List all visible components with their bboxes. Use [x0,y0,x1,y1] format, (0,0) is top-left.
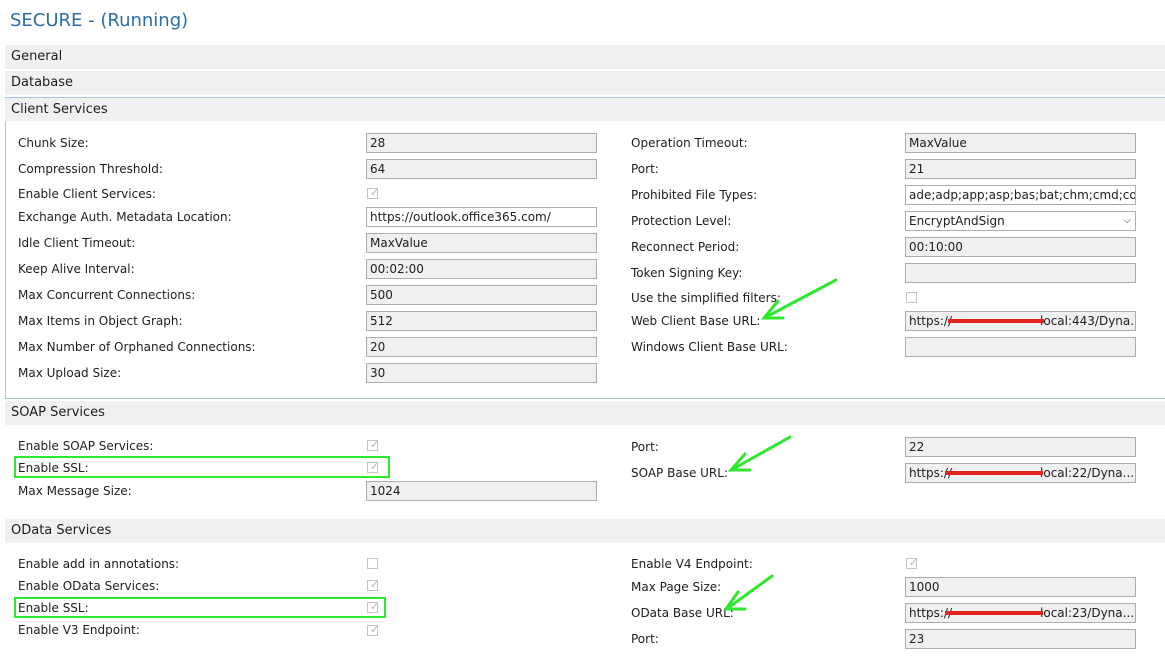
check-mark-icon: ✓ [370,186,380,199]
redaction-mark [945,471,1043,475]
max-message-size-field[interactable]: 1024 [366,481,597,501]
label-operation-timeout: Operation Timeout: [631,136,748,150]
label-soap-base-url: SOAP Base URL: [631,466,728,480]
soap-url-suffix: local:22/Dyna... [1040,466,1135,480]
exchange-auth-metadata-field[interactable]: https://outlook.office365.com/ [366,207,597,227]
label-soap-port: Port: [631,440,659,454]
section-general[interactable]: General [5,45,1165,69]
label-simplified-filters: Use the simplified filters: [631,291,781,305]
label-compression-threshold: Compression Threshold: [18,162,163,176]
label-chunk-size: Chunk Size: [18,136,89,150]
highlight-box-odata-ssl [14,597,386,618]
page: SECURE - (Running) General Database Clie… [0,0,1165,664]
token-signing-key-field[interactable] [905,263,1136,283]
label-enable-v4-endpoint: Enable V4 Endpoint: [631,557,753,571]
enable-add-in-annotations-checkbox[interactable] [367,558,378,569]
compression-threshold-field[interactable]: 64 [366,159,597,179]
max-upload-size-field[interactable]: 30 [366,363,597,383]
highlight-box-soap-ssl [14,456,390,478]
check-mark-icon: ✓ [370,438,380,451]
label-windows-client-base-url: Windows Client Base URL: [631,340,788,354]
check-mark-icon: ✓ [370,578,380,591]
prohibited-file-types-field[interactable]: ade;adp;app;asp;bas;bat;chm;cmd;com;cp [905,185,1136,205]
protection-level-value: EncryptAndSign [909,214,1005,228]
chunk-size-field[interactable]: 28 [366,133,597,153]
section-soap-services[interactable]: SOAP Services [5,401,1165,425]
label-enable-add-in-annotations: Enable add in annotations: [18,557,180,571]
enable-v4-endpoint-checkbox[interactable]: ✓ [906,556,919,569]
label-odata-port: Port: [631,632,659,646]
section-database[interactable]: Database [5,71,1165,95]
enable-client-services-checkbox[interactable]: ✓ [367,186,380,199]
page-title: SECURE - (Running) [10,10,189,31]
label-token-signing-key: Token Signing Key: [631,266,743,280]
check-mark-icon: ✓ [909,556,919,569]
label-max-items-object-graph: Max Items in Object Graph: [18,314,183,328]
simplified-filters-checkbox[interactable] [906,292,917,303]
max-items-object-graph-field[interactable]: 512 [366,311,597,331]
label-max-page-size: Max Page Size: [631,580,722,594]
label-enable-v3-endpoint: Enable V3 Endpoint: [18,623,140,637]
chevron-down-icon[interactable]: ⌵ [1123,212,1131,230]
label-max-upload-size: Max Upload Size: [18,366,122,380]
operation-timeout-field[interactable]: MaxValue [905,133,1136,153]
label-prohibited-file-types: Prohibited File Types: [631,188,758,202]
redaction-mark [948,319,1044,323]
label-max-concurrent-connections: Max Concurrent Connections: [18,288,196,302]
enable-soap-services-checkbox[interactable]: ✓ [367,438,380,451]
odata-port-field[interactable]: 23 [905,629,1136,649]
web-client-url-suffix: local:443/Dyna... [1040,314,1136,328]
section-client-services[interactable]: Client Services [5,97,1165,121]
label-keep-alive-interval: Keep Alive Interval: [18,262,135,276]
enable-v3-endpoint-checkbox[interactable]: ✓ [367,623,380,636]
windows-client-base-url-field[interactable] [905,337,1136,357]
redaction-mark [945,611,1043,615]
client-port-field[interactable]: 21 [905,159,1136,179]
enable-odata-services-checkbox[interactable]: ✓ [367,578,380,591]
label-enable-odata-services: Enable OData Services: [18,579,160,593]
label-max-message-size: Max Message Size: [18,484,132,498]
odata-url-suffix: local:23/Dyna... [1040,606,1135,620]
section-odata-services[interactable]: OData Services [5,519,1165,543]
label-protection-level: Protection Level: [631,214,732,228]
label-odata-base-url: OData Base URL: [631,606,734,620]
annotation-arrow-icon [731,435,792,471]
annotation-arrow-icon [727,452,752,472]
protection-level-select[interactable]: EncryptAndSign ⌵ [905,211,1136,231]
label-web-client-base-url: Web Client Base URL: [631,314,761,328]
keep-alive-interval-field[interactable]: 00:02:00 [366,259,597,279]
max-page-size-field[interactable]: 1000 [905,577,1136,597]
label-idle-client-timeout: Idle Client Timeout: [18,236,136,250]
reconnect-period-field[interactable]: 00:10:00 [905,237,1136,257]
soap-port-field[interactable]: 22 [905,437,1136,457]
max-orphaned-connections-field[interactable]: 20 [366,337,597,357]
label-enable-client-services: Enable Client Services: [18,187,156,201]
label-max-orphaned-connections: Max Number of Orphaned Connections: [18,340,256,354]
web-client-url-prefix: https:// [909,314,953,328]
check-mark-icon: ✓ [370,623,380,636]
idle-client-timeout-field[interactable]: MaxValue [366,233,597,253]
annotation-arrow-icon [726,574,774,610]
max-concurrent-connections-field[interactable]: 500 [366,285,597,305]
label-exchange-auth-metadata: Exchange Auth. Metadata Location: [18,210,232,224]
label-enable-soap-services: Enable SOAP Services: [18,439,154,453]
label-client-port: Port: [631,162,659,176]
label-reconnect-period: Reconnect Period: [631,240,740,254]
